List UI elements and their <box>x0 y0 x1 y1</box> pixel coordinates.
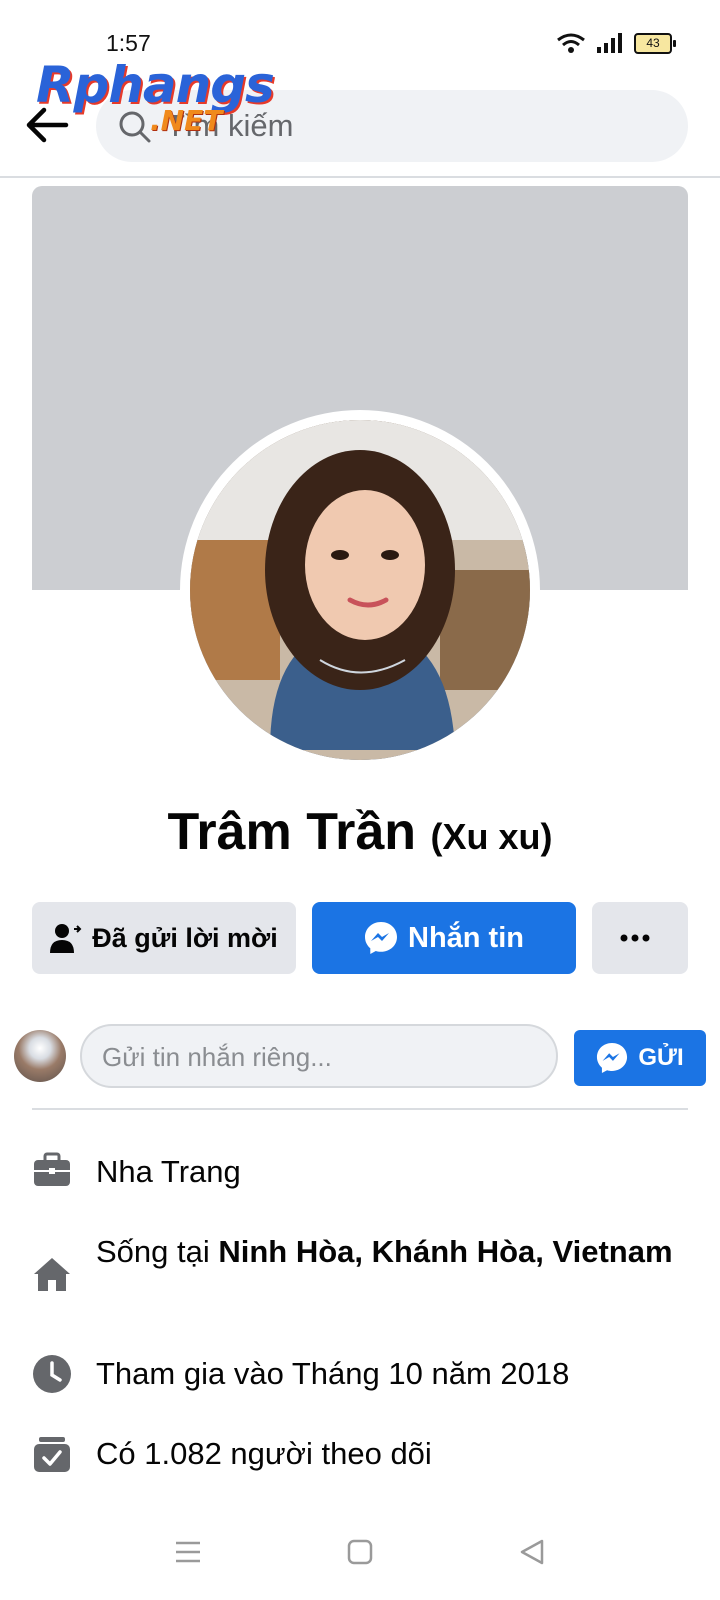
followers-icon <box>34 1437 70 1472</box>
search-icon <box>119 111 151 143</box>
clock-icon <box>33 1355 71 1393</box>
profile-avatar[interactable] <box>190 420 530 760</box>
add-friend-icon <box>50 924 82 953</box>
info-joined: Tham gia vào Tháng 10 năm 2018 <box>96 1356 570 1391</box>
friend-request-sent-label: Đã gửi lời mời <box>92 922 278 953</box>
send-label: GỬI <box>638 1044 684 1071</box>
status-icons: 43 <box>556 32 676 54</box>
friend-request-sent-button[interactable]: Đã gửi lời mời <box>32 902 296 974</box>
profile-nickname: (Xu xu) <box>430 816 553 857</box>
messenger-icon <box>597 1042 628 1074</box>
info-lives-in: Sống tại Ninh Hòa, Khánh Hòa, Vietnam <box>96 1230 686 1273</box>
briefcase-icon <box>34 1152 70 1186</box>
info-followers: Có 1.082 người theo dõi <box>96 1436 432 1471</box>
home-icon <box>34 1258 70 1291</box>
avatar-portrait <box>190 420 530 760</box>
private-message-placeholder: Gửi tin nhắn riêng... <box>102 1042 332 1072</box>
info-divider <box>32 1108 688 1110</box>
signal-icon <box>597 33 622 53</box>
wifi-icon <box>557 33 585 53</box>
home-square-icon[interactable] <box>346 1538 374 1566</box>
profile-full-name: Trâm Trần <box>167 803 417 861</box>
messenger-icon <box>365 922 397 954</box>
profile-name: Trâm Trần (Xu xu) <box>0 802 720 862</box>
status-time: 1:57 <box>106 30 151 56</box>
message-button[interactable]: Nhắn tin <box>312 902 576 974</box>
menu-icon[interactable] <box>174 1538 202 1566</box>
send-button[interactable]: GỬI <box>574 1030 706 1086</box>
info-lives-place[interactable]: Ninh Hòa, Khánh Hòa, Vietnam <box>218 1234 672 1269</box>
header-divider <box>0 176 720 178</box>
more-options-button[interactable] <box>592 902 688 974</box>
private-message-input[interactable]: Gửi tin nhắn riêng... <box>80 1024 558 1088</box>
message-label: Nhắn tin <box>408 921 524 954</box>
more-icon <box>620 934 650 942</box>
watermark-logo-sub: .NET <box>150 104 223 137</box>
back-triangle-icon[interactable] <box>518 1538 546 1566</box>
info-work: Nha Trang <box>96 1154 241 1189</box>
battery-icon: 43 <box>634 32 676 54</box>
info-lives-prefix: Sống tại <box>96 1234 219 1269</box>
my-avatar <box>14 1030 66 1082</box>
